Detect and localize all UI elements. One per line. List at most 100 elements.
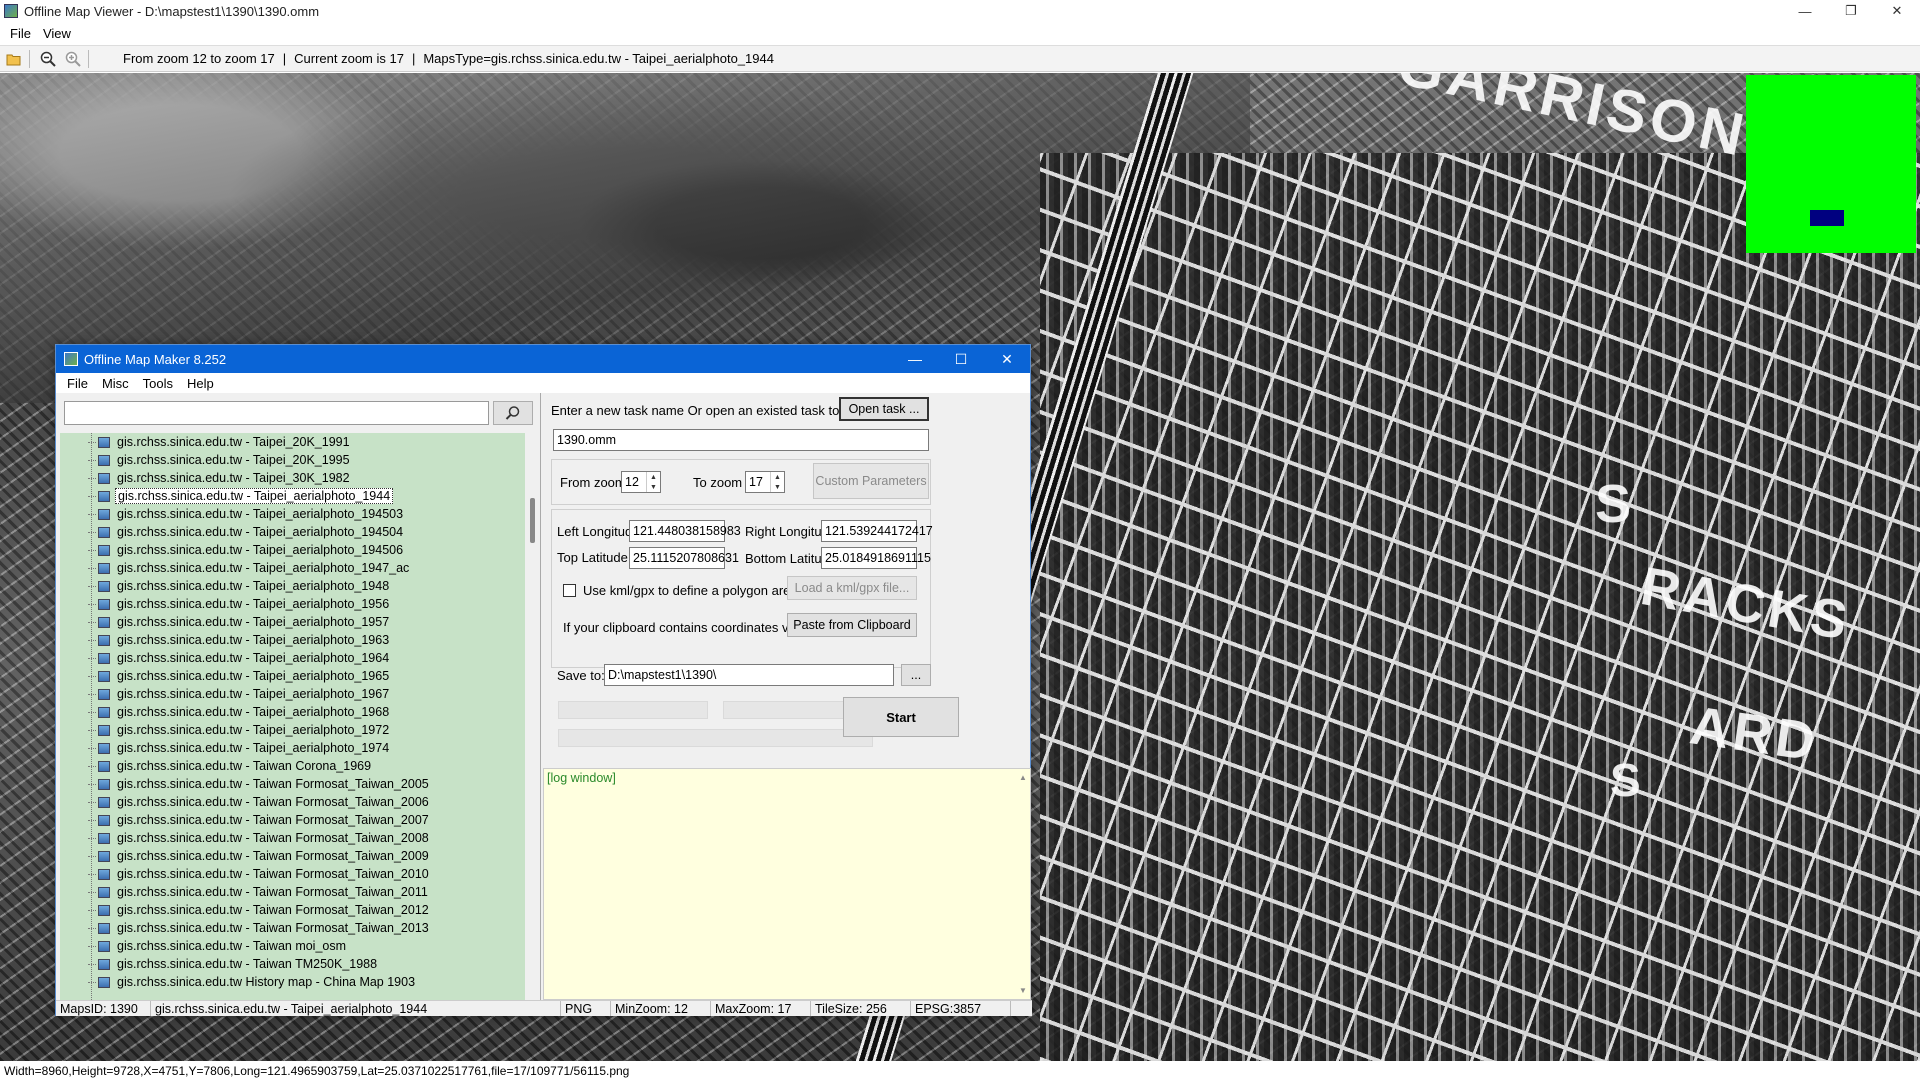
tree-item[interactable]: gis.rchss.sinica.edu.tw - Taipei_aerialp… bbox=[60, 721, 525, 739]
spinner-arrows[interactable]: ▲ ▼ bbox=[770, 472, 784, 492]
tree-item[interactable]: gis.rchss.sinica.edu.tw - Taiwan Formosa… bbox=[60, 919, 525, 937]
tree-item[interactable]: gis.rchss.sinica.edu.tw - Taiwan moi_osm bbox=[60, 937, 525, 955]
minimize-icon[interactable]: — bbox=[892, 345, 938, 373]
tree-item[interactable]: gis.rchss.sinica.edu.tw - Taiwan Formosa… bbox=[60, 811, 525, 829]
use-kml-checkbox[interactable] bbox=[563, 584, 576, 597]
spin-down-icon[interactable]: ▼ bbox=[647, 482, 660, 492]
map-layer-icon bbox=[98, 796, 110, 808]
tree-item[interactable]: gis.rchss.sinica.edu.tw - Taipei_aerialp… bbox=[60, 631, 525, 649]
tree-item[interactable]: gis.rchss.sinica.edu.tw - Taipei_aerialp… bbox=[60, 667, 525, 685]
search-icon bbox=[505, 406, 520, 420]
open-task-button[interactable]: Open task ... bbox=[839, 397, 929, 421]
tree-item[interactable]: gis.rchss.sinica.edu.tw - Taipei_aerialp… bbox=[60, 541, 525, 559]
open-folder-icon[interactable] bbox=[3, 48, 25, 70]
map-layer-icon bbox=[98, 508, 110, 520]
tree-item[interactable]: gis.rchss.sinica.edu.tw - Taipei_aerialp… bbox=[60, 505, 525, 523]
from-zoom-spinner[interactable]: 12 ▲ ▼ bbox=[621, 471, 661, 493]
tree-item[interactable]: gis.rchss.sinica.edu.tw - Taipei_30K_198… bbox=[60, 469, 525, 487]
spin-up-icon[interactable]: ▲ bbox=[771, 472, 784, 482]
search-input[interactable] bbox=[64, 401, 489, 425]
menu-view[interactable]: View bbox=[37, 26, 77, 41]
zoom-in-icon[interactable] bbox=[62, 48, 84, 70]
tree-item[interactable]: gis.rchss.sinica.edu.tw - Taipei_aerialp… bbox=[60, 739, 525, 757]
tree-item[interactable]: gis.rchss.sinica.edu.tw - Taiwan TM250K_… bbox=[60, 955, 525, 973]
left-longitude-field[interactable]: 121.448038158983 bbox=[629, 520, 741, 542]
tree-item[interactable]: gis.rchss.sinica.edu.tw - Taipei_aerialp… bbox=[60, 613, 525, 631]
map-source-tree[interactable]: gis.rchss.sinica.edu.tw - Taipei_20K_199… bbox=[60, 433, 525, 1000]
tree-item[interactable]: gis.rchss.sinica.edu.tw - Taiwan Formosa… bbox=[60, 901, 525, 919]
close-icon[interactable]: ✕ bbox=[984, 345, 1030, 373]
tree-item[interactable]: gis.rchss.sinica.edu.tw - Taiwan Formosa… bbox=[60, 865, 525, 883]
load-kml-button[interactable]: Load a kml/gpx file... bbox=[787, 576, 917, 600]
zoom-out-icon[interactable] bbox=[37, 48, 59, 70]
tree-item[interactable]: gis.rchss.sinica.edu.tw - Taiwan Formosa… bbox=[60, 847, 525, 865]
tree-item[interactable]: gis.rchss.sinica.edu.tw - Taipei_aerialp… bbox=[60, 523, 525, 541]
viewer-status-bar: Width=8960,Height=9728,X=4751,Y=7806,Lon… bbox=[0, 1062, 1920, 1080]
tree-item[interactable]: gis.rchss.sinica.edu.tw - Taipei_aerialp… bbox=[60, 487, 525, 505]
tree-item-label: gis.rchss.sinica.edu.tw - Taipei_aerialp… bbox=[117, 723, 390, 737]
use-kml-label: Use kml/gpx to define a polygon area bbox=[583, 583, 798, 598]
tree-item[interactable]: gis.rchss.sinica.edu.tw - Taipei_aerialp… bbox=[60, 595, 525, 613]
restore-icon[interactable]: ❐ bbox=[1828, 0, 1874, 22]
tree-scrollbar-thumb[interactable] bbox=[530, 498, 535, 543]
tree-item[interactable]: gis.rchss.sinica.edu.tw - Taiwan Formosa… bbox=[60, 793, 525, 811]
minimap[interactable] bbox=[1746, 75, 1916, 253]
tree-item-label: gis.rchss.sinica.edu.tw - Taipei_aerialp… bbox=[117, 597, 390, 611]
tree-item-label: gis.rchss.sinica.edu.tw - Taipei_aerialp… bbox=[117, 507, 404, 521]
tree-item[interactable]: gis.rchss.sinica.edu.tw - Taipei_aerialp… bbox=[60, 649, 525, 667]
map-layer-icon bbox=[98, 724, 110, 736]
dialog-title: Offline Map Maker 8.252 bbox=[84, 351, 227, 367]
tree-item[interactable]: gis.rchss.sinica.edu.tw - Taiwan Formosa… bbox=[60, 775, 525, 793]
log-scrollbar[interactable]: ▲ ▼ bbox=[1016, 769, 1030, 999]
menu-misc[interactable]: Misc bbox=[95, 376, 136, 391]
spinner-arrows[interactable]: ▲ ▼ bbox=[646, 472, 660, 492]
tree-item[interactable]: gis.rchss.sinica.edu.tw - Taiwan Formosa… bbox=[60, 829, 525, 847]
toolbar-separator bbox=[88, 49, 89, 68]
tree-item-label: gis.rchss.sinica.edu.tw - Taiwan Formosa… bbox=[117, 795, 429, 809]
map-layer-icon bbox=[98, 436, 110, 448]
spin-up-icon[interactable]: ▲ bbox=[647, 472, 660, 482]
custom-parameters-button[interactable]: Custom Parameters bbox=[813, 463, 929, 499]
tree-item[interactable]: gis.rchss.sinica.edu.tw - Taipei_20K_199… bbox=[60, 433, 525, 451]
tree-item[interactable]: gis.rchss.sinica.edu.tw - Taipei_aerialp… bbox=[60, 577, 525, 595]
browse-button[interactable]: ... bbox=[901, 664, 931, 686]
spin-down-icon[interactable]: ▼ bbox=[771, 482, 784, 492]
tree-item[interactable]: gis.rchss.sinica.edu.tw History map - Ch… bbox=[60, 973, 525, 991]
paste-clipboard-button[interactable]: Paste from Clipboard bbox=[787, 613, 917, 637]
bottom-latitude-field[interactable]: 25.0184918691115 bbox=[821, 547, 931, 569]
tree-item[interactable]: gis.rchss.sinica.edu.tw - Taipei_aerialp… bbox=[60, 703, 525, 721]
tree-item[interactable]: gis.rchss.sinica.edu.tw - Taipei_aerialp… bbox=[60, 559, 525, 577]
map-layer-icon bbox=[98, 544, 110, 556]
dialog-title-bar[interactable]: Offline Map Maker 8.252 — ☐ ✕ bbox=[56, 345, 1030, 373]
menu-tools[interactable]: Tools bbox=[136, 376, 180, 391]
tree-item[interactable]: gis.rchss.sinica.edu.tw - Taipei_aerialp… bbox=[60, 685, 525, 703]
scroll-down-icon[interactable]: ▼ bbox=[1019, 986, 1027, 995]
map-layer-icon bbox=[98, 472, 110, 484]
maximize-icon[interactable]: ☐ bbox=[938, 345, 984, 373]
tree-item[interactable]: gis.rchss.sinica.edu.tw - Taiwan Formosa… bbox=[60, 883, 525, 901]
task-name-field[interactable]: 1390.omm bbox=[553, 429, 929, 451]
right-longitude-field[interactable]: 121.539244172417 bbox=[821, 520, 933, 542]
menu-help[interactable]: Help bbox=[180, 376, 221, 391]
log-window[interactable]: [log window] ▲ ▼ bbox=[543, 768, 1031, 1000]
scroll-up-icon[interactable]: ▲ bbox=[1019, 773, 1027, 782]
save-to-field[interactable]: D:\mapstest1\1390\ bbox=[604, 664, 894, 686]
tree-scrollbar[interactable] bbox=[527, 433, 539, 1000]
menu-file[interactable]: File bbox=[4, 26, 37, 41]
tree-item-label: gis.rchss.sinica.edu.tw - Taipei_aerialp… bbox=[117, 561, 410, 575]
tree-item-label: gis.rchss.sinica.edu.tw History map - Ch… bbox=[117, 975, 416, 989]
tree-item[interactable]: gis.rchss.sinica.edu.tw - Taipei_20K_199… bbox=[60, 451, 525, 469]
tree-item[interactable]: gis.rchss.sinica.edu.tw - Taiwan Corona_… bbox=[60, 757, 525, 775]
top-latitude-field[interactable]: 25.1115207808631 bbox=[629, 547, 739, 569]
tree-item-label: gis.rchss.sinica.edu.tw - Taipei_aerialp… bbox=[117, 741, 390, 755]
map-layer-icon bbox=[98, 922, 110, 934]
minimap-viewport[interactable] bbox=[1810, 210, 1844, 226]
minimize-icon[interactable]: — bbox=[1782, 0, 1828, 22]
close-icon[interactable]: ✕ bbox=[1874, 0, 1920, 22]
search-button[interactable] bbox=[493, 401, 533, 425]
to-zoom-spinner[interactable]: 17 ▲ ▼ bbox=[745, 471, 785, 493]
start-button[interactable]: Start bbox=[843, 697, 959, 737]
tree-item-label: gis.rchss.sinica.edu.tw - Taiwan Formosa… bbox=[117, 867, 429, 881]
menu-file[interactable]: File bbox=[60, 376, 95, 391]
tree-item-label: gis.rchss.sinica.edu.tw - Taiwan Corona_… bbox=[117, 759, 372, 773]
